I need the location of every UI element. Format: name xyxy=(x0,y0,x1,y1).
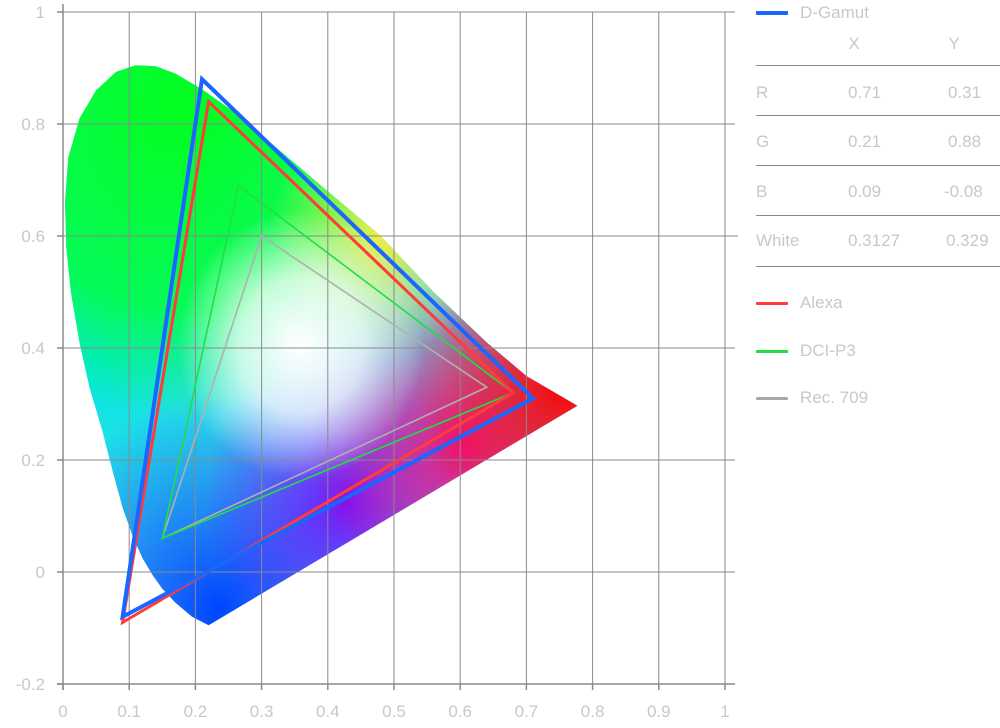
y-tick-label: 0.2 xyxy=(21,451,45,470)
legend-label: Rec. 709 xyxy=(800,388,869,407)
x-tick-label: 0.1 xyxy=(117,702,141,721)
x-tick-label: 0.2 xyxy=(184,702,208,721)
table-row: B 0.09 -0.08 xyxy=(756,182,1000,206)
x-tick-label: 0.9 xyxy=(647,702,671,721)
table-header-y: Y xyxy=(948,34,960,53)
x-tick-label: 0.7 xyxy=(515,702,539,721)
d-gamut-table-header: X Y xyxy=(756,34,1000,56)
legend-label: D-Gamut xyxy=(800,3,869,22)
table-cell-x: 0.3127 xyxy=(848,231,900,250)
table-cell-label: R xyxy=(756,83,769,102)
table-divider xyxy=(756,266,1000,267)
legend-entry-d-gamut[interactable]: D-Gamut xyxy=(756,1,869,25)
table-cell-y: 0.329 xyxy=(946,231,989,250)
table-row: G 0.21 0.88 xyxy=(756,132,1000,156)
table-cell-label: B xyxy=(756,182,768,201)
x-tick-label: 0.4 xyxy=(316,702,340,721)
y-tick-label: 0.4 xyxy=(21,339,45,358)
table-cell-y: 0.88 xyxy=(948,132,982,151)
legend: D-Gamut X Y R 0.71 0.31 G 0.21 0.88 B 0.… xyxy=(756,0,1000,420)
legend-label: Alexa xyxy=(800,293,843,312)
table-divider xyxy=(756,65,1000,66)
y-tick-label: 0.8 xyxy=(21,115,45,134)
table-row: White 0.3127 0.329 xyxy=(756,231,1000,255)
table-cell-label: White xyxy=(756,231,800,250)
legend-entry-dci-p3[interactable]: DCI-P3 xyxy=(756,339,856,363)
x-tick-label: 1 xyxy=(720,702,729,721)
table-cell-x: 0.09 xyxy=(848,182,882,201)
x-tick-label: 0.6 xyxy=(448,702,472,721)
table-cell-y: -0.08 xyxy=(944,182,983,201)
table-row: R 0.71 0.31 xyxy=(756,83,1000,107)
x-tick-label: 0 xyxy=(58,702,67,721)
table-cell-label: G xyxy=(756,132,770,151)
legend-swatch-alexa xyxy=(756,301,788,305)
y-tick-label: -0.2 xyxy=(16,675,45,694)
legend-entry-alexa[interactable]: Alexa xyxy=(756,291,843,315)
legend-label: DCI-P3 xyxy=(800,341,856,360)
y-tick-label: 0.6 xyxy=(21,227,45,246)
legend-swatch-rec709 xyxy=(756,396,788,400)
legend-swatch-d-gamut xyxy=(756,11,788,15)
legend-entry-rec709[interactable]: Rec. 709 xyxy=(756,386,868,410)
x-tick-label: 0.5 xyxy=(382,702,406,721)
table-header-x: X xyxy=(848,34,860,53)
x-tick-label: 0.8 xyxy=(581,702,605,721)
table-cell-x: 0.21 xyxy=(848,132,882,151)
table-divider xyxy=(756,115,1000,116)
table-divider xyxy=(756,215,1000,216)
legend-swatch-dci-p3 xyxy=(756,349,788,353)
table-cell-y: 0.31 xyxy=(948,83,982,102)
table-divider xyxy=(756,165,1000,166)
table-cell-x: 0.71 xyxy=(848,83,882,102)
spectral-locus-fill xyxy=(65,65,578,626)
y-tick-label: 1 xyxy=(36,3,45,22)
x-tick-label: 0.3 xyxy=(250,702,274,721)
y-tick-label: 0 xyxy=(36,563,45,582)
